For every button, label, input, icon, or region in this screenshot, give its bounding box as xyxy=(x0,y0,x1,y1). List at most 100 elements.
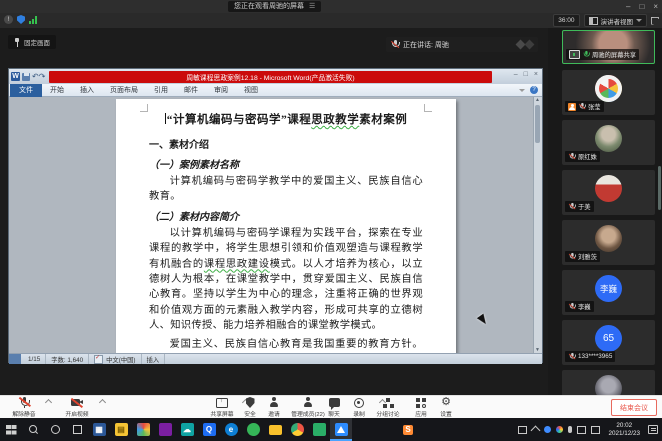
task-view-icon xyxy=(73,425,82,434)
minimize-button[interactable]: – xyxy=(626,2,630,11)
ribbon-collapse-icon[interactable] xyxy=(519,89,525,92)
toolbar-unmute[interactable]: 解除静音 xyxy=(2,397,46,418)
word-minimize-button[interactable]: – xyxy=(514,71,518,78)
tray-screen-icon[interactable] xyxy=(518,426,527,434)
watching-banner[interactable]: 您正在观看周驰的屏幕 ☰ xyxy=(228,1,321,12)
sidebar-scrollbar[interactable] xyxy=(658,166,661,210)
banner-menu-icon[interactable]: ☰ xyxy=(309,1,315,12)
tab-home[interactable]: 开始 xyxy=(42,85,72,95)
cortana-button[interactable] xyxy=(44,418,66,441)
participant-tile[interactable]: 65 133****3965 xyxy=(562,320,655,365)
word-status-bar: 1/15 字数: 1,640 中文(中国) 插入 xyxy=(9,353,542,364)
word-title-text: 周敏课程思政案例12.18 - Microsoft Word(产品激活失败) xyxy=(49,71,492,83)
network-signal-icon xyxy=(29,16,37,24)
tab-page-layout[interactable]: 页面布局 xyxy=(102,85,146,95)
record-icon xyxy=(354,398,364,408)
screen-share-icon xyxy=(569,50,580,59)
taskbar-app-wechat[interactable] xyxy=(308,418,330,441)
participant-tile[interactable]: 李巍 李巍 xyxy=(562,270,655,315)
participant-tile[interactable]: 张莹 xyxy=(562,70,655,115)
cloud-app-icon: ☁ xyxy=(181,423,194,436)
word-close-button[interactable]: × xyxy=(534,71,538,78)
insert-mode[interactable]: 插入 xyxy=(142,354,166,364)
tab-file[interactable]: 文件 xyxy=(10,84,42,97)
mic-muted-icon xyxy=(391,40,399,49)
participant-tile[interactable]: 原红姝 xyxy=(562,120,655,165)
folder-icon xyxy=(269,425,282,435)
undo-redo-icons[interactable]: ↶↷ xyxy=(32,72,45,81)
toolbar-start-video[interactable]: 开启视频 xyxy=(55,397,99,418)
security-shield-icon[interactable] xyxy=(17,15,25,24)
tab-insert[interactable]: 插入 xyxy=(72,85,102,95)
tray-color-icon[interactable] xyxy=(556,426,563,433)
search-button[interactable] xyxy=(22,418,44,441)
start-button[interactable] xyxy=(0,418,22,441)
file-explorer-button[interactable] xyxy=(264,418,286,441)
video-options-icon[interactable] xyxy=(100,399,105,404)
close-button[interactable]: × xyxy=(653,2,658,11)
participant-tile[interactable]: 刘雅茨 xyxy=(562,220,655,265)
quark-browser-icon: Q xyxy=(203,423,216,436)
taskbar-app-green[interactable] xyxy=(242,418,264,441)
tab-review[interactable]: 审阅 xyxy=(206,85,236,95)
participant-tile-sharing[interactable]: 周驰的屏幕共享 xyxy=(562,30,655,64)
fullscreen-icon[interactable] xyxy=(651,17,659,25)
scroll-up-icon[interactable]: ▲ xyxy=(535,97,540,103)
mic-muted-icon xyxy=(579,103,585,110)
save-icon[interactable] xyxy=(22,73,30,81)
taskbar-app-edge[interactable]: e xyxy=(220,418,242,441)
taskbar-clock[interactable]: 20:02 2021/12/23 xyxy=(605,422,643,437)
taskbar-app-cloud[interactable]: ☁ xyxy=(176,418,198,441)
avatar xyxy=(595,225,622,252)
tray-expand-icon[interactable] xyxy=(531,426,541,436)
spellcheck-status[interactable]: 中文(中国) xyxy=(89,354,141,364)
tab-mailings[interactable]: 邮件 xyxy=(176,85,206,95)
system-tray: 20:02 2021/12/23 xyxy=(518,422,662,437)
page-indicator[interactable]: 1/15 xyxy=(23,354,46,364)
quick-access-toolbar[interactable]: W ↶↷ xyxy=(9,72,45,81)
participant-name: 于美 xyxy=(578,202,591,211)
taskbar-app-meeting-active[interactable] xyxy=(330,418,352,441)
toolbar-settings[interactable]: ⚙ 设置 xyxy=(424,397,468,418)
tray-display-icon[interactable] xyxy=(577,426,586,434)
participant-chip: 于美 xyxy=(565,201,594,212)
taskbar-app-photos[interactable] xyxy=(132,418,154,441)
participant-name: 李巍 xyxy=(578,302,591,311)
maximize-button[interactable]: □ xyxy=(639,2,644,11)
taskbar-app-purple[interactable] xyxy=(154,418,176,441)
help-icon[interactable]: ? xyxy=(530,86,538,94)
unmute-options-icon[interactable] xyxy=(46,399,51,404)
mic-muted-icon xyxy=(569,153,575,160)
taskbar-app-quark[interactable]: Q xyxy=(198,418,220,441)
word-restore-button[interactable]: □ xyxy=(524,71,528,78)
tray-blue-icon[interactable] xyxy=(544,426,551,433)
vertical-scrollbar[interactable]: ▲ ▼ xyxy=(533,97,542,353)
pin-view-button[interactable]: 固定画面 xyxy=(8,35,56,49)
word-count[interactable]: 字数: 1,640 xyxy=(46,354,89,364)
sub-bar: ! 36:00 演讲者视图 xyxy=(0,13,662,28)
taskbar-app-notes[interactable]: ▤ xyxy=(110,418,132,441)
meeting-info-icon[interactable]: ! xyxy=(4,15,13,24)
participant-tile[interactable]: 于美 xyxy=(562,170,655,215)
doc-paragraph-3: 爱国主义、民族自信心教育是我国重要的教育方针。大学课程教学也应当贯彻爱国主义、民… xyxy=(149,337,423,353)
tray-network-icon[interactable] xyxy=(591,426,600,434)
pin-icon xyxy=(14,38,20,47)
tray-mic-icon[interactable] xyxy=(568,426,572,433)
end-meeting-button[interactable]: 结束会议 xyxy=(611,399,657,416)
breakout-icon xyxy=(383,398,394,408)
document-page[interactable]: “计算机编码与密码学”课程思政教学素材案例 一、素材介绍 （一）案例素材名称 计… xyxy=(116,99,456,353)
participant-name: 刘雅茨 xyxy=(578,252,597,261)
purple-app-icon xyxy=(159,423,172,436)
view-mode-button[interactable]: 演讲者视图 xyxy=(584,14,648,27)
scrollbar-thumb[interactable] xyxy=(535,105,540,143)
taskbar-app-calculator[interactable]: ▦ xyxy=(88,418,110,441)
taskbar-app-browser[interactable] xyxy=(286,418,308,441)
tab-view[interactable]: 视图 xyxy=(236,85,266,95)
pie-browser-icon xyxy=(291,423,304,436)
notification-center-icon[interactable] xyxy=(648,425,658,434)
tab-references[interactable]: 引用 xyxy=(146,85,176,95)
avatar xyxy=(595,175,622,202)
taskbar-app-sunlogin[interactable]: S xyxy=(397,418,419,441)
mouse-cursor xyxy=(477,314,489,327)
task-view-button[interactable] xyxy=(66,418,88,441)
